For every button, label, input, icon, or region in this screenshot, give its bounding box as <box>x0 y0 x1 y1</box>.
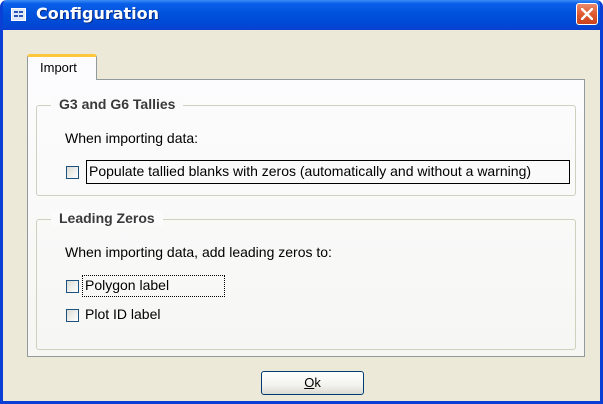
close-button[interactable] <box>576 3 598 25</box>
leading-zeros-group-title: Leading Zeros <box>51 210 163 226</box>
plot-id-label-text[interactable]: Plot ID label <box>85 306 160 322</box>
tallies-group-title: G3 and G6 Tallies <box>51 96 184 112</box>
tab-import[interactable]: Import <box>27 54 97 80</box>
configuration-dialog: Configuration Import G3 and G6 Tallies W… <box>0 0 603 404</box>
populate-zeros-label[interactable]: Populate tallied blanks with zeros (auto… <box>89 163 531 179</box>
polygon-label-checkbox[interactable] <box>66 280 79 293</box>
form-icon <box>11 8 26 21</box>
window-title: Configuration <box>36 4 160 23</box>
populate-zeros-checkbox[interactable] <box>66 166 79 179</box>
tallies-description: When importing data: <box>65 130 199 146</box>
title-bar[interactable]: Configuration <box>3 0 600 30</box>
ok-button[interactable]: Ok <box>261 371 364 395</box>
polygon-label-text[interactable]: Polygon label <box>85 277 169 293</box>
ok-label-rest: k <box>314 375 321 390</box>
ok-mnemonic: O <box>304 375 315 390</box>
plot-id-label-checkbox[interactable] <box>66 309 79 322</box>
leading-zeros-description: When importing data, add leading zeros t… <box>65 244 332 260</box>
close-x-icon <box>581 8 593 20</box>
